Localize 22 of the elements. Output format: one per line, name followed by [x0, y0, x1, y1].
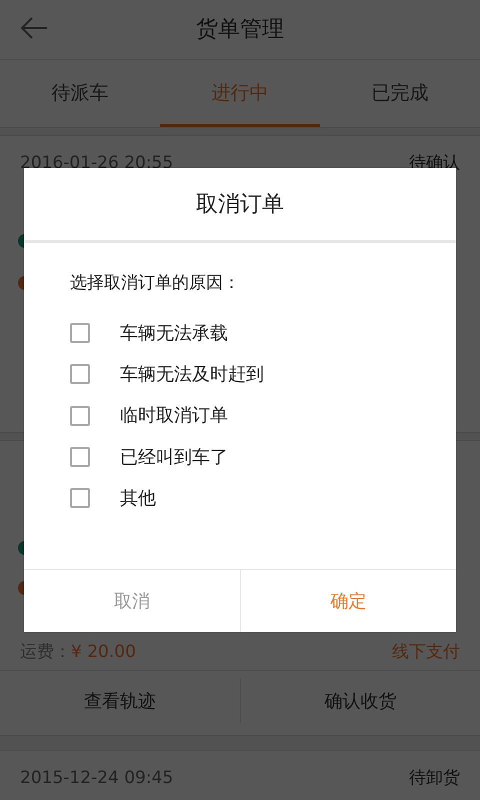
dialog-prompt: 选择取消订单的原因：: [70, 272, 241, 295]
checkbox[interactable]: [70, 406, 90, 426]
payment-method: 线下支付: [392, 640, 460, 664]
option-label[interactable]: 已经叫到车了: [120, 444, 228, 471]
back-icon[interactable]: [20, 16, 48, 40]
option-label[interactable]: 车辆无法及时赶到: [120, 360, 264, 388]
order-status: 待卸货: [409, 767, 460, 790]
order-action-button[interactable]: 查看轨迹: [0, 671, 240, 731]
page-title: 货单管理: [196, 16, 284, 44]
dialog-title: 取消订单: [24, 168, 456, 243]
checkbox[interactable]: [70, 447, 90, 468]
tab[interactable]: 已完成: [320, 60, 480, 127]
option-label[interactable]: 其他: [120, 484, 156, 512]
order-action-button[interactable]: 确认收货: [240, 671, 480, 731]
fee-amount: ¥ 20.00: [71, 642, 136, 662]
checkbox[interactable]: [70, 488, 90, 508]
option-label[interactable]: 临时取消订单: [120, 402, 228, 430]
checkbox[interactable]: [70, 364, 90, 384]
tab[interactable]: 进行中: [160, 60, 320, 127]
checkbox[interactable]: [70, 323, 90, 344]
tab[interactable]: 待派车: [0, 60, 160, 127]
option-label[interactable]: 车辆无法承载: [120, 320, 228, 347]
